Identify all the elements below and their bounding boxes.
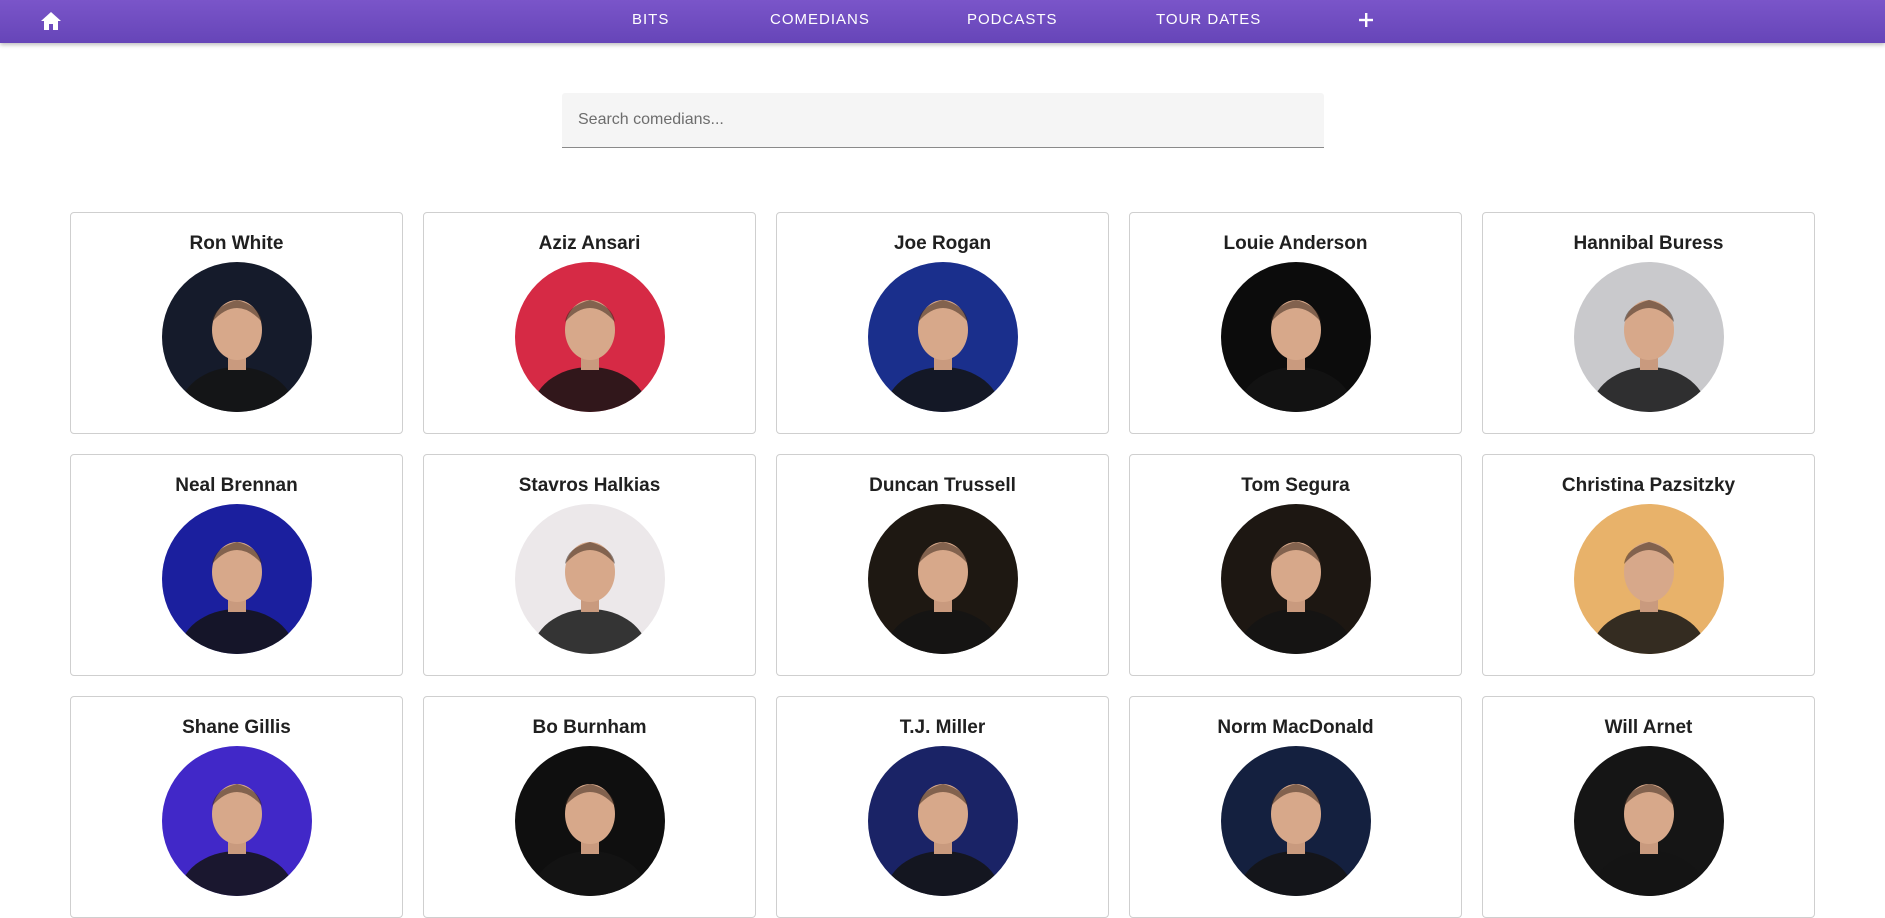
comedian-avatar <box>867 262 1018 412</box>
comedian-card[interactable]: Will Arnet <box>1482 696 1815 918</box>
comedian-name: Tom Segura <box>1241 475 1350 496</box>
comedian-avatar <box>867 746 1018 896</box>
search-comedians-input[interactable] <box>562 93 1324 148</box>
comedian-card[interactable]: Duncan Trussell <box>776 454 1109 676</box>
comedian-avatar <box>1220 504 1371 654</box>
comedian-name: Joe Rogan <box>893 233 992 254</box>
comedian-avatar <box>514 746 665 896</box>
comedian-avatar <box>161 746 312 896</box>
comedian-name: T.J. Miller <box>899 717 986 738</box>
comedian-card[interactable]: Ron White <box>70 212 403 434</box>
home-button[interactable] <box>38 8 64 34</box>
comedian-avatar <box>1573 504 1724 654</box>
comedian-card[interactable]: Louie Anderson <box>1129 212 1462 434</box>
comedian-card[interactable]: Stavros Halkias <box>423 454 756 676</box>
comedian-card[interactable]: Aziz Ansari <box>423 212 756 434</box>
comedian-avatar <box>514 504 665 654</box>
comedian-card[interactable]: Joe Rogan <box>776 212 1109 434</box>
nav-podcasts[interactable]: PODCASTS <box>967 0 1058 43</box>
comedian-name: Hannibal Buress <box>1573 233 1724 254</box>
comedian-name: Christina Pazsitzky <box>1561 475 1736 496</box>
comedian-card[interactable]: Christina Pazsitzky <box>1482 454 1815 676</box>
comedian-card[interactable]: Hannibal Buress <box>1482 212 1815 434</box>
comedian-card[interactable]: Shane Gillis <box>70 696 403 918</box>
comedian-avatar <box>1220 262 1371 412</box>
comedian-avatar <box>867 504 1018 654</box>
comedian-name: Louie Anderson <box>1223 233 1368 254</box>
comedian-avatar <box>1573 262 1724 412</box>
top-app-bar: BITS COMEDIANS PODCASTS TOUR DATES <box>0 0 1885 43</box>
comedian-name: Aziz Ansari <box>538 233 641 254</box>
comedian-card[interactable]: Norm MacDonald <box>1129 696 1462 918</box>
comedian-avatar <box>514 262 665 412</box>
comedian-name: Stavros Halkias <box>518 475 661 496</box>
comedian-name: Ron White <box>189 233 284 254</box>
comedian-card[interactable]: Tom Segura <box>1129 454 1462 676</box>
comedian-name: Bo Burnham <box>532 717 647 738</box>
home-icon <box>41 12 61 30</box>
comedian-card[interactable]: Bo Burnham <box>423 696 756 918</box>
add-button[interactable] <box>1355 9 1377 31</box>
comedian-card[interactable]: Neal Brennan <box>70 454 403 676</box>
comedian-card[interactable]: T.J. Miller <box>776 696 1109 918</box>
comedian-avatar <box>161 504 312 654</box>
comedian-grid: Ron White Aziz Ansari Joe Rogan Louie Ander… <box>70 212 1816 918</box>
comedian-name: Will Arnet <box>1604 717 1693 738</box>
nav-comedians[interactable]: COMEDIANS <box>770 0 870 43</box>
plus-icon <box>1359 13 1373 27</box>
comedian-name: Neal Brennan <box>175 475 298 496</box>
nav-tour-dates[interactable]: TOUR DATES <box>1156 0 1261 43</box>
comedian-name: Duncan Trussell <box>869 475 1016 496</box>
comedian-avatar <box>1220 746 1371 896</box>
comedian-name: Shane Gillis <box>182 717 291 738</box>
comedian-avatar <box>1573 746 1724 896</box>
nav-bits[interactable]: BITS <box>632 0 669 43</box>
comedian-name: Norm MacDonald <box>1217 717 1374 738</box>
comedian-avatar <box>161 262 312 412</box>
